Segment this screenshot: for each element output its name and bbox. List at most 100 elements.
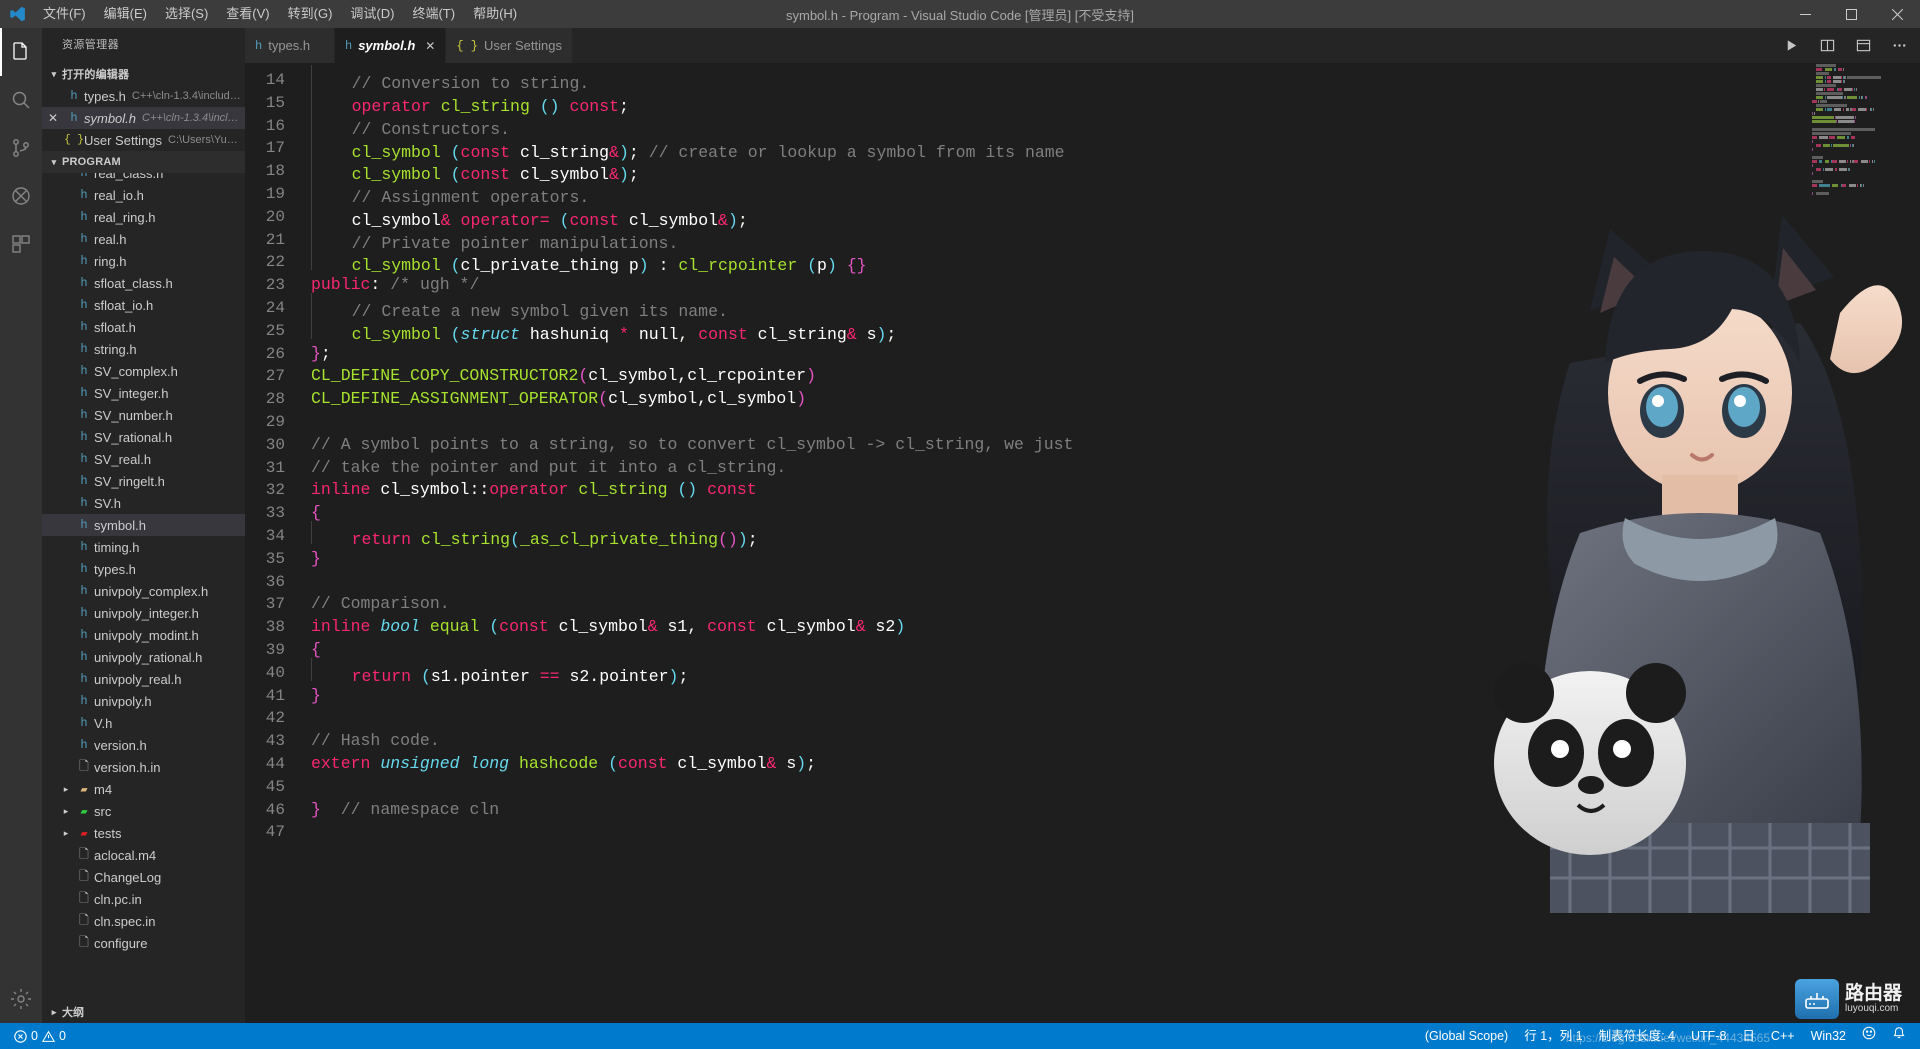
activity-manage[interactable] — [0, 975, 42, 1023]
line-number: 23 — [265, 276, 285, 295]
file-tree-item[interactable]: 🗋 aclocal.m4 — [42, 844, 245, 866]
activity-extensions[interactable] — [0, 220, 42, 268]
file-tree-item[interactable]: h sfloat.h — [42, 316, 245, 338]
file-tree-label: SV_number.h — [94, 407, 173, 423]
section-program[interactable]: ▾ PROGRAM — [42, 151, 245, 173]
split-editor-icon[interactable] — [1816, 32, 1838, 60]
file-tree-label: timing.h — [94, 539, 140, 555]
maximize-button[interactable] — [1828, 0, 1874, 28]
status-tab-size[interactable]: 制表符长度: 4 — [1591, 1023, 1683, 1049]
file-tree-item[interactable]: h types.h — [42, 558, 245, 580]
minimize-button[interactable] — [1782, 0, 1828, 28]
h-file-icon: h — [80, 298, 88, 312]
file-tree-item[interactable]: h SV_rational.h — [42, 426, 245, 448]
file-tree-item[interactable]: ▸ ▰ tests — [42, 822, 245, 844]
menu-selection[interactable]: 选择(S) — [156, 0, 217, 28]
editor-tab[interactable]: { } User Settings — [446, 28, 573, 63]
file-tree-item[interactable]: h univpoly_rational.h — [42, 646, 245, 668]
activity-source-control[interactable] — [0, 124, 42, 172]
open-editor-item[interactable]: { }User Settings C:\Users\YukinoSi... — [42, 129, 245, 151]
h-file-icon: h — [80, 672, 88, 686]
menu-help[interactable]: 帮助(H) — [464, 0, 526, 28]
file-tree-item[interactable]: 🗋 cln.spec.in — [42, 910, 245, 932]
editor-tab[interactable]: h symbol.h ✕ — [335, 28, 447, 63]
menu-debug[interactable]: 调试(D) — [341, 0, 403, 28]
status-cursor-position[interactable]: 行 1，列 1 — [1516, 1023, 1590, 1049]
status-platform[interactable]: Win32 — [1803, 1023, 1854, 1049]
menu-go[interactable]: 转到(G) — [279, 0, 342, 28]
code-line: 22 cl_symbol (cl_private_thing p) : cl_r… — [245, 247, 1920, 275]
status-problems[interactable]: 0 0 — [8, 1023, 72, 1049]
file-tree-item[interactable]: h univpoly_modint.h — [42, 624, 245, 646]
file-tree-item[interactable]: h real.h — [42, 228, 245, 250]
file-tree-item[interactable]: h symbol.h — [42, 514, 245, 536]
file-tree-label: sfloat_class.h — [94, 275, 173, 291]
close-editor-icon[interactable]: ✕ — [42, 111, 64, 125]
file-tree-label: univpoly_rational.h — [94, 649, 203, 665]
close-button[interactable] — [1874, 0, 1920, 28]
file-tree-item[interactable]: h SV_complex.h — [42, 360, 245, 382]
activity-explorer[interactable] — [0, 28, 42, 76]
status-scope[interactable]: (Global Scope) — [1417, 1023, 1516, 1049]
file-tree-item[interactable]: h real_class.h — [42, 173, 245, 184]
open-editor-item[interactable]: ✕ h symbol.h C++\cln-1.3.4\include... — [42, 107, 245, 129]
run-icon[interactable] — [1780, 32, 1802, 60]
more-actions-icon[interactable] — [1888, 32, 1910, 60]
status-eol[interactable]: 日 — [1734, 1023, 1763, 1049]
file-tree-item[interactable]: 🗋 configure — [42, 932, 245, 954]
menu-view[interactable]: 查看(V) — [217, 0, 278, 28]
file-tree-item[interactable]: h SV_number.h — [42, 404, 245, 426]
file-tree-item[interactable]: h ring.h — [42, 250, 245, 272]
editor-content[interactable]: 14 // Conversion to string. 15 operator c… — [245, 63, 1920, 1023]
file-tree: h real_class.h h real_io.h h real_ring.h h real… — [42, 173, 245, 1001]
file-tree-item[interactable]: 🗋 ChangeLog — [42, 866, 245, 888]
h-file-icon: h — [80, 232, 88, 246]
vscode-window: 文件(F) 编辑(E) 选择(S) 查看(V) 转到(G) 调试(D) 终端(T) 帮助(H)… — [0, 0, 1920, 1049]
file-tree-item[interactable]: h SV_real.h — [42, 448, 245, 470]
file-tree-item[interactable]: h sfloat_class.h — [42, 272, 245, 294]
file-tree-item[interactable]: h univpoly_integer.h — [42, 602, 245, 624]
file-tree-item[interactable]: ▸ ▰ m4 — [42, 778, 245, 800]
close-tab-icon[interactable]: ✕ — [425, 39, 435, 53]
file-tree-item[interactable]: h string.h — [42, 338, 245, 360]
status-encoding[interactable]: UTF-8 — [1683, 1023, 1734, 1049]
file-tree-label: types.h — [94, 561, 136, 577]
open-preview-icon[interactable] — [1852, 32, 1874, 60]
section-open-editors[interactable]: ▾ 打开的编辑器 — [42, 63, 245, 85]
activity-search[interactable] — [0, 76, 42, 124]
file-tree-item[interactable]: h version.h — [42, 734, 245, 756]
h-file-icon: h — [345, 38, 353, 53]
file-tree-item[interactable]: ▸ ▰ src — [42, 800, 245, 822]
code-line: 32 inline cl_symbol::operator cl_string (… — [245, 479, 1920, 502]
open-editor-item[interactable]: h types.h C++\cln-1.3.4\include\cln — [42, 85, 245, 107]
code-line: 42 — [245, 707, 1920, 730]
menu-edit[interactable]: 编辑(E) — [95, 0, 156, 28]
file-tree-item[interactable]: h sfloat_io.h — [42, 294, 245, 316]
editor-tab[interactable]: h types.h — [245, 28, 335, 63]
file-tree-item[interactable]: h SV_ringelt.h — [42, 470, 245, 492]
bell-icon[interactable] — [1884, 1023, 1914, 1049]
file-tree-item[interactable]: h SV.h — [42, 492, 245, 514]
menu-bar[interactable]: 文件(F) 编辑(E) 选择(S) 查看(V) 转到(G) 调试(D) 终端(T) 帮助(H) — [34, 0, 526, 28]
section-outline[interactable]: ▸ 大纲 — [42, 1001, 245, 1023]
status-language-mode[interactable]: C++ — [1763, 1023, 1803, 1049]
file-tree-item[interactable]: h real_io.h — [42, 184, 245, 206]
tab-list: h types.h h symbol.h ✕ { } User Settings — [245, 28, 573, 63]
menu-file[interactable]: 文件(F) — [34, 0, 95, 28]
open-editor-path: C:\Users\YukinoSi... — [168, 134, 243, 146]
menu-terminal[interactable]: 终端(T) — [403, 0, 464, 28]
h-file-icon: h — [70, 89, 78, 103]
code-lines[interactable]: 14 // Conversion to string. 15 operator c… — [245, 63, 1920, 1023]
file-tree-item[interactable]: 🗋 version.h.in — [42, 756, 245, 778]
activity-debug[interactable] — [0, 172, 42, 220]
file-tree-item[interactable]: h SV_integer.h — [42, 382, 245, 404]
file-tree-item[interactable]: h univpoly_real.h — [42, 668, 245, 690]
file-tree-item[interactable]: h univpoly.h — [42, 690, 245, 712]
smiley-icon[interactable] — [1854, 1023, 1884, 1049]
file-tree-item[interactable]: h V.h — [42, 712, 245, 734]
file-tree-item[interactable]: h timing.h — [42, 536, 245, 558]
file-tree-item[interactable]: h univpoly_complex.h — [42, 580, 245, 602]
line-number: 29 — [265, 412, 285, 431]
file-tree-item[interactable]: h real_ring.h — [42, 206, 245, 228]
file-tree-item[interactable]: 🗋 cln.pc.in — [42, 888, 245, 910]
